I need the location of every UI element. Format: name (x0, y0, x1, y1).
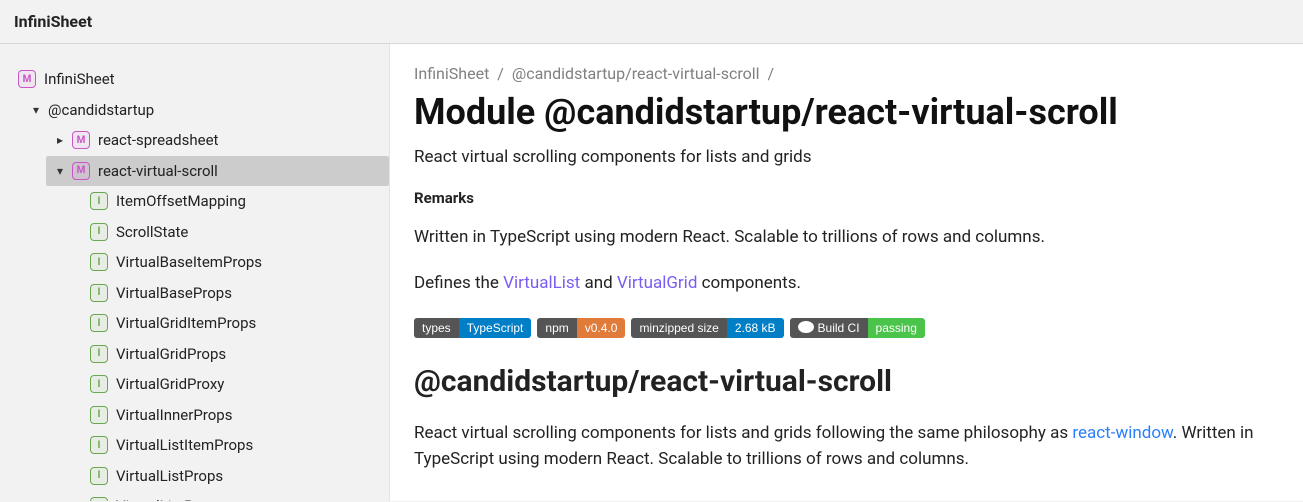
chevron-down-icon: ▾ (52, 162, 68, 180)
module-icon: M (18, 70, 36, 88)
interface-icon: I (90, 284, 108, 302)
breadcrumb-sep: / (768, 64, 775, 83)
layout: M InfiniSheet ▾ @candidstartup ▸ M react… (0, 44, 1303, 501)
github-icon (798, 321, 814, 333)
badge-left: types (414, 318, 459, 338)
interface-icon: I (90, 436, 108, 454)
interface-icon: I (90, 406, 108, 424)
badge[interactable]: typesTypeScript (414, 318, 531, 338)
sidebar-member[interactable]: I ScrollState (84, 217, 389, 248)
readme-p1: React virtual scrolling components for l… (414, 421, 1279, 472)
member-label: VirtualListProps (116, 465, 223, 488)
sidebar-member[interactable]: I ItemOffsetMapping (84, 186, 389, 217)
breadcrumb-sep: / (497, 64, 504, 83)
breadcrumb-root[interactable]: InfiniSheet (414, 64, 489, 83)
interface-icon: I (90, 497, 108, 501)
member-label: ScrollState (116, 221, 188, 244)
tree-namespace-label: @candidstartup (48, 99, 154, 122)
link-react-window[interactable]: react-window (1072, 423, 1172, 443)
member-label: ItemOffsetMapping (116, 190, 246, 213)
member-label: VirtualGridItemProps (116, 312, 256, 335)
interface-icon: I (90, 253, 108, 271)
breadcrumb: InfiniSheet / @candidstartup/react-virtu… (414, 64, 1279, 83)
tree-root[interactable]: M InfiniSheet (12, 64, 389, 95)
interface-icon: I (90, 223, 108, 241)
tree-root-label: InfiniSheet (44, 68, 115, 91)
breadcrumb-module[interactable]: @candidstartup/react-virtual-scroll (512, 64, 760, 83)
member-label: VirtualGridProxy (116, 373, 224, 396)
content: InfiniSheet / @candidstartup/react-virtu… (390, 44, 1303, 501)
interface-icon: I (90, 345, 108, 363)
tree-namespace[interactable]: ▾ @candidstartup (22, 95, 389, 126)
badge[interactable]: npmv0.4.0 (537, 318, 625, 338)
interface-icon: I (90, 192, 108, 210)
badge-left: Build CI (790, 318, 868, 338)
remarks-p2: Defines the VirtualList and VirtualGrid … (414, 271, 1279, 297)
site-title[interactable]: InfiniSheet (14, 12, 92, 31)
sidebar-member[interactable]: I VirtualBaseProps (84, 278, 389, 309)
member-label: VirtualGridProps (116, 343, 226, 366)
link-virtuallist[interactable]: VirtualList (503, 273, 580, 293)
module-label: react-virtual-scroll (98, 160, 218, 183)
sidebar-member[interactable]: I VirtualGridProxy (84, 369, 389, 400)
member-label: VirtualListItemProps (116, 434, 253, 457)
sidebar-member[interactable]: I VirtualInnerProps (84, 400, 389, 431)
topbar: InfiniSheet (0, 0, 1303, 44)
sidebar-module-react-spreadsheet[interactable]: ▸ M react-spreadsheet (46, 125, 389, 156)
sidebar-member[interactable]: I VirtualListItemProps (84, 430, 389, 461)
chevron-right-icon: ▸ (52, 131, 68, 149)
module-icon: M (72, 162, 90, 180)
module-icon: M (72, 131, 90, 149)
link-virtualgrid[interactable]: VirtualGrid (617, 273, 698, 293)
sidebar-member[interactable]: I VirtualGridProps (84, 339, 389, 370)
module-description: React virtual scrolling components for l… (414, 147, 1279, 167)
badge[interactable]: Build CIpassing (790, 318, 925, 338)
badge-right: TypeScript (459, 318, 532, 338)
badge-right: passing (868, 318, 925, 338)
interface-icon: I (90, 375, 108, 393)
member-label: VirtualBaseProps (116, 282, 232, 305)
interface-icon: I (90, 314, 108, 332)
member-label: VirtualListProxy (116, 495, 221, 501)
badge[interactable]: minzipped size2.68 kB (631, 318, 783, 338)
badge-left: minzipped size (631, 318, 726, 338)
sidebar-member[interactable]: I VirtualGridItemProps (84, 308, 389, 339)
badge-row: typesTypeScriptnpmv0.4.0minzipped size2.… (414, 318, 1279, 338)
badge-right: 2.68 kB (727, 318, 784, 338)
sidebar: M InfiniSheet ▾ @candidstartup ▸ M react… (0, 44, 390, 501)
remarks-heading: Remarks (414, 189, 1279, 207)
member-label: VirtualInnerProps (116, 404, 232, 427)
remarks-p1: Written in TypeScript using modern React… (414, 225, 1279, 251)
interface-icon: I (90, 467, 108, 485)
readme-heading: @candidstartup/react-virtual-scroll (414, 364, 1279, 399)
module-label: react-spreadsheet (98, 129, 218, 152)
sidebar-member[interactable]: I VirtualListProps (84, 461, 389, 492)
page-title: Module @candidstartup/react-virtual-scro… (414, 91, 1279, 133)
member-label: VirtualBaseItemProps (116, 251, 262, 274)
badge-left: npm (537, 318, 576, 338)
sidebar-member[interactable]: I VirtualBaseItemProps (84, 247, 389, 278)
sidebar-module-react-virtual-scroll[interactable]: ▾ M react-virtual-scroll (46, 156, 389, 187)
badge-right: v0.4.0 (577, 318, 626, 338)
chevron-down-icon: ▾ (28, 101, 44, 119)
sidebar-member[interactable]: I VirtualListProxy (84, 491, 389, 501)
